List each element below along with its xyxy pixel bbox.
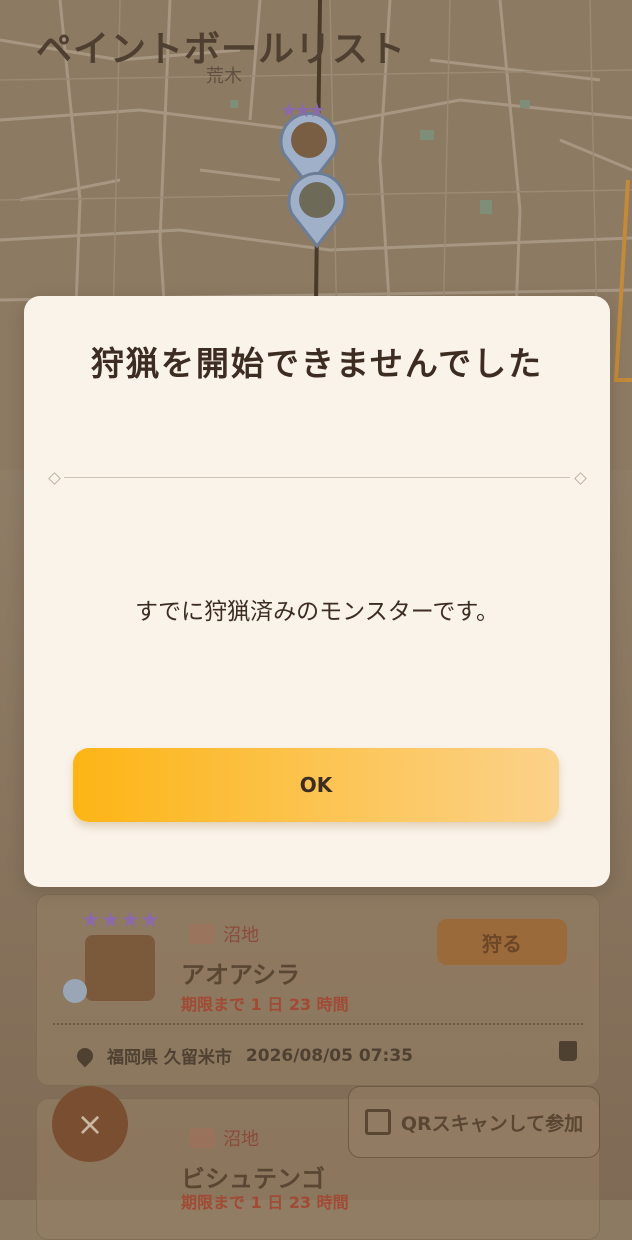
monster-map-pin[interactable] [284,170,350,249]
dialog-message: すでに狩猟済みのモンスターです。 [134,599,500,625]
dialog-title: 狩猟を開始できませんでした [90,344,544,383]
close-fab-button[interactable]: × [52,1086,128,1162]
close-icon: × [76,1105,104,1143]
ok-button[interactable]: OK [73,748,559,822]
qr-scan-button[interactable]: QRスキャンして参加 [348,1086,600,1158]
location-text: 福岡県 久留米市 [107,1048,232,1068]
page-subtitle: 荒木 [206,66,242,87]
habitat-label: 沼地 [189,1125,259,1151]
diamond-ornament-icon [574,472,586,484]
location-pin-icon [73,1044,97,1067]
swamp-icon [189,1128,215,1148]
trash-icon[interactable] [559,1041,577,1061]
svg-text:★★★★: ★★★★ [81,908,160,933]
qr-code-icon [364,1109,391,1135]
monster-list-item[interactable]: ★★★★ 沼地 アオアシラ 期限まで 1 日 23 時間 狩る 福岡県 久留米市… [36,894,600,1086]
dialog-divider [48,472,586,484]
error-dialog: 狩猟を開始できませんでした すでに狩猟済みのモンスターです。 OK [24,296,610,887]
card-divider [53,1023,583,1025]
deadline-text: 期限まで 1 日 23 時間 [181,1193,349,1212]
deadline-text: 期限まで 1 日 23 時間 [181,995,349,1014]
monster-thumbnail: ★★★★ [51,905,161,1005]
monster-name: アオアシラ [181,961,301,989]
hunt-button[interactable]: 狩る [437,919,567,965]
habitat-label: 沼地 [189,921,259,947]
location-row: 福岡県 久留米市 2026/08/05 07:35 [73,1043,413,1068]
rank-stars-icon: ★★★ [280,98,326,122]
diamond-ornament-icon [48,472,60,484]
datetime-text: 2026/08/05 07:35 [245,1045,413,1066]
swamp-icon [189,924,215,944]
